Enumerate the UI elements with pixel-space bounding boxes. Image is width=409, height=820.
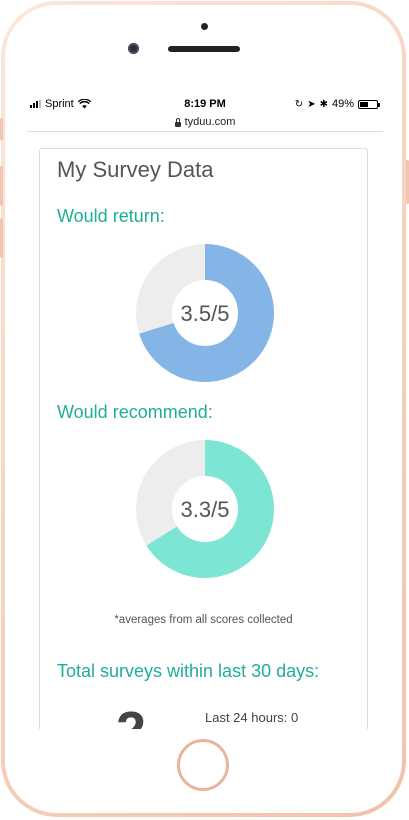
last-24-hours-stat: Last 24 hours: 0	[205, 710, 299, 725]
rotation-lock-icon: ↻	[294, 98, 304, 110]
earpiece-speaker	[168, 46, 240, 52]
would-return-label: Would return:	[57, 206, 165, 226]
location-icon: ➤	[307, 98, 316, 110]
home-button[interactable]	[177, 739, 229, 791]
front-camera-icon	[128, 43, 139, 54]
volume-down-button	[0, 218, 3, 258]
status-bar: Sprint 8:19 PM ↻ ➤ ✱ 49%	[27, 95, 383, 113]
would-return-value: 3.5/5	[181, 301, 230, 326]
url-bar[interactable]: tyduu.com	[27, 113, 383, 132]
battery-fill	[360, 101, 368, 107]
total-surveys-count: 2	[116, 700, 146, 729]
proximity-sensor	[201, 23, 208, 30]
total-surveys-label: Total surveys within last 30 days:	[57, 661, 320, 681]
volume-up-button	[0, 166, 3, 206]
would-recommend-label: Would recommend:	[57, 402, 213, 422]
survey-card: My Survey Data Would return: 3.5/5 Would…	[39, 148, 368, 729]
silent-switch	[0, 118, 3, 140]
battery-percent: 49%	[331, 98, 354, 110]
would-recommend-value: 3.3/5	[181, 497, 230, 522]
averages-footnote: *averages from all scores collected	[114, 614, 293, 626]
screen: Sprint 8:19 PM ↻ ➤ ✱ 49% tyduu.com My Su…	[27, 95, 383, 729]
bluetooth-icon: ✱	[319, 98, 328, 110]
would-return-donut: 3.5/5	[136, 244, 274, 382]
status-right: ↻ ➤ ✱ 49%	[294, 98, 380, 110]
would-recommend-donut: 3.3/5	[136, 440, 274, 578]
page-title: My Survey Data	[57, 157, 214, 182]
battery-icon	[358, 99, 380, 109]
url-text: tyduu.com	[184, 116, 236, 128]
lock-icon	[174, 117, 181, 127]
